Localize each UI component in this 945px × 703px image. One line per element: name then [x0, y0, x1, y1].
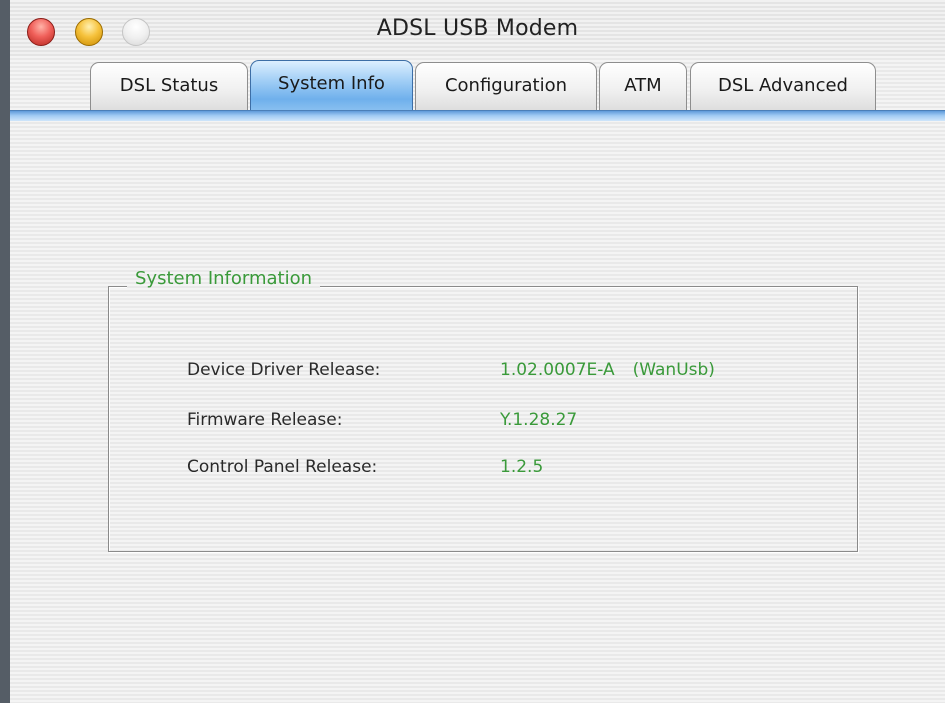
firmware-label: Firmware Release: — [187, 410, 343, 430]
tab-bar: DSL Status System Info Configuration ATM… — [10, 60, 945, 124]
control-panel-row: Control Panel Release: 1.2.5 — [109, 457, 857, 483]
system-information-group: System Information Device Driver Release… — [108, 268, 858, 552]
firmware-value: Y.1.28.27 — [500, 410, 578, 430]
control-panel-value: 1.2.5 — [500, 457, 544, 477]
title-bar[interactable]: ADSL USB Modem — [10, 0, 945, 56]
window-title: ADSL USB Modem — [376, 16, 579, 41]
device-driver-row: Device Driver Release: 1.02.0007E-A (WanU… — [109, 360, 857, 386]
tab-system-info[interactable]: System Info — [250, 60, 413, 112]
tab-divider — [10, 110, 945, 121]
device-driver-name: (WanUsb) — [632, 360, 715, 380]
control-panel-label: Control Panel Release: — [187, 457, 378, 477]
tab-dsl-status[interactable]: DSL Status — [90, 62, 248, 110]
device-driver-version: 1.02.0007E-A — [500, 360, 615, 380]
tab-atm[interactable]: ATM — [599, 62, 687, 110]
firmware-row: Firmware Release: Y.1.28.27 — [109, 410, 857, 436]
device-driver-label: Device Driver Release: — [187, 360, 381, 380]
device-driver-value: 1.02.0007E-A (WanUsb) — [500, 360, 715, 380]
modem-window: ADSL USB Modem DSL Status System Info Co… — [0, 0, 945, 703]
system-info-panel: System Information Device Driver Release… — [10, 124, 945, 703]
tab-configuration[interactable]: Configuration — [415, 62, 597, 110]
tab-dsl-advanced[interactable]: DSL Advanced — [690, 62, 876, 110]
group-title: System Information — [127, 268, 321, 289]
